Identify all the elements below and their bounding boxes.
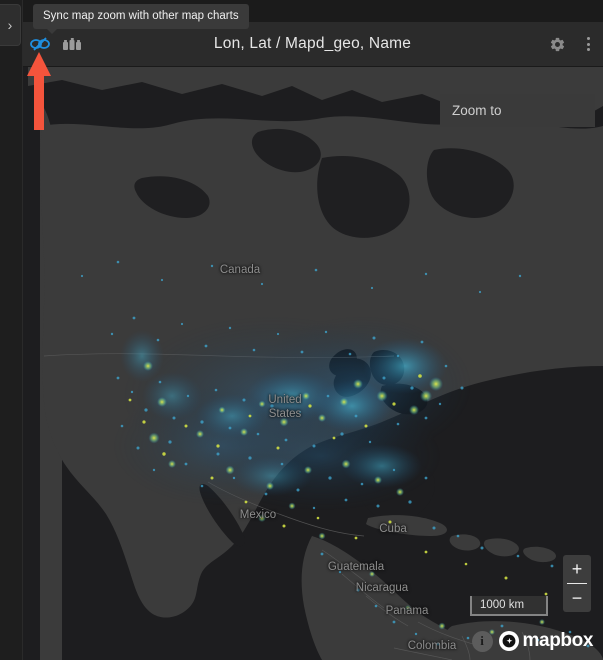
sync-zoom-tooltip: Sync map zoom with other map charts [33,4,249,34]
chevron-right-icon: › [7,17,13,33]
map-chart-panel: Lon, Lat / Mapd_geo, Name Canada United … [22,22,603,660]
mapbox-mark-icon [498,631,519,651]
zoom-controls: + − [563,555,591,612]
mapbox-wordmark: mapbox [522,630,594,651]
chart-menu-button[interactable] [579,32,597,56]
sidebar-expand-toggle[interactable]: › [0,4,21,46]
map-graphics [22,66,603,660]
zoom-out-button[interactable]: − [563,584,591,612]
app-window: › Lon, Lat / Mapd_geo, Name Canada Unite… [0,0,603,660]
mapbox-logo[interactable]: mapbox [498,630,594,652]
gear-icon [550,37,564,51]
header-left-icons [28,32,84,56]
zoom-to-label: Zoom to [452,103,502,118]
zoom-to-dropdown[interactable]: Zoom to [440,94,595,127]
kebab-dot [586,37,590,40]
map-canvas[interactable]: Canada United States Mexico Cuba Guatema… [22,66,603,660]
sync-map-zoom-button[interactable] [28,32,52,56]
settings-button[interactable] [545,32,569,56]
scale-bar: 1000 km [470,596,548,616]
map-attribution: i mapbox [471,630,594,652]
info-icon[interactable]: i [471,630,493,652]
kebab-dot [586,48,590,51]
left-rail [0,0,23,660]
header-right-icons [545,32,597,56]
layers-button[interactable] [60,32,84,56]
layers-icon [63,37,81,50]
kebab-dot [586,42,590,46]
zoom-in-button[interactable]: + [563,555,591,583]
unlink-icon [30,37,50,51]
